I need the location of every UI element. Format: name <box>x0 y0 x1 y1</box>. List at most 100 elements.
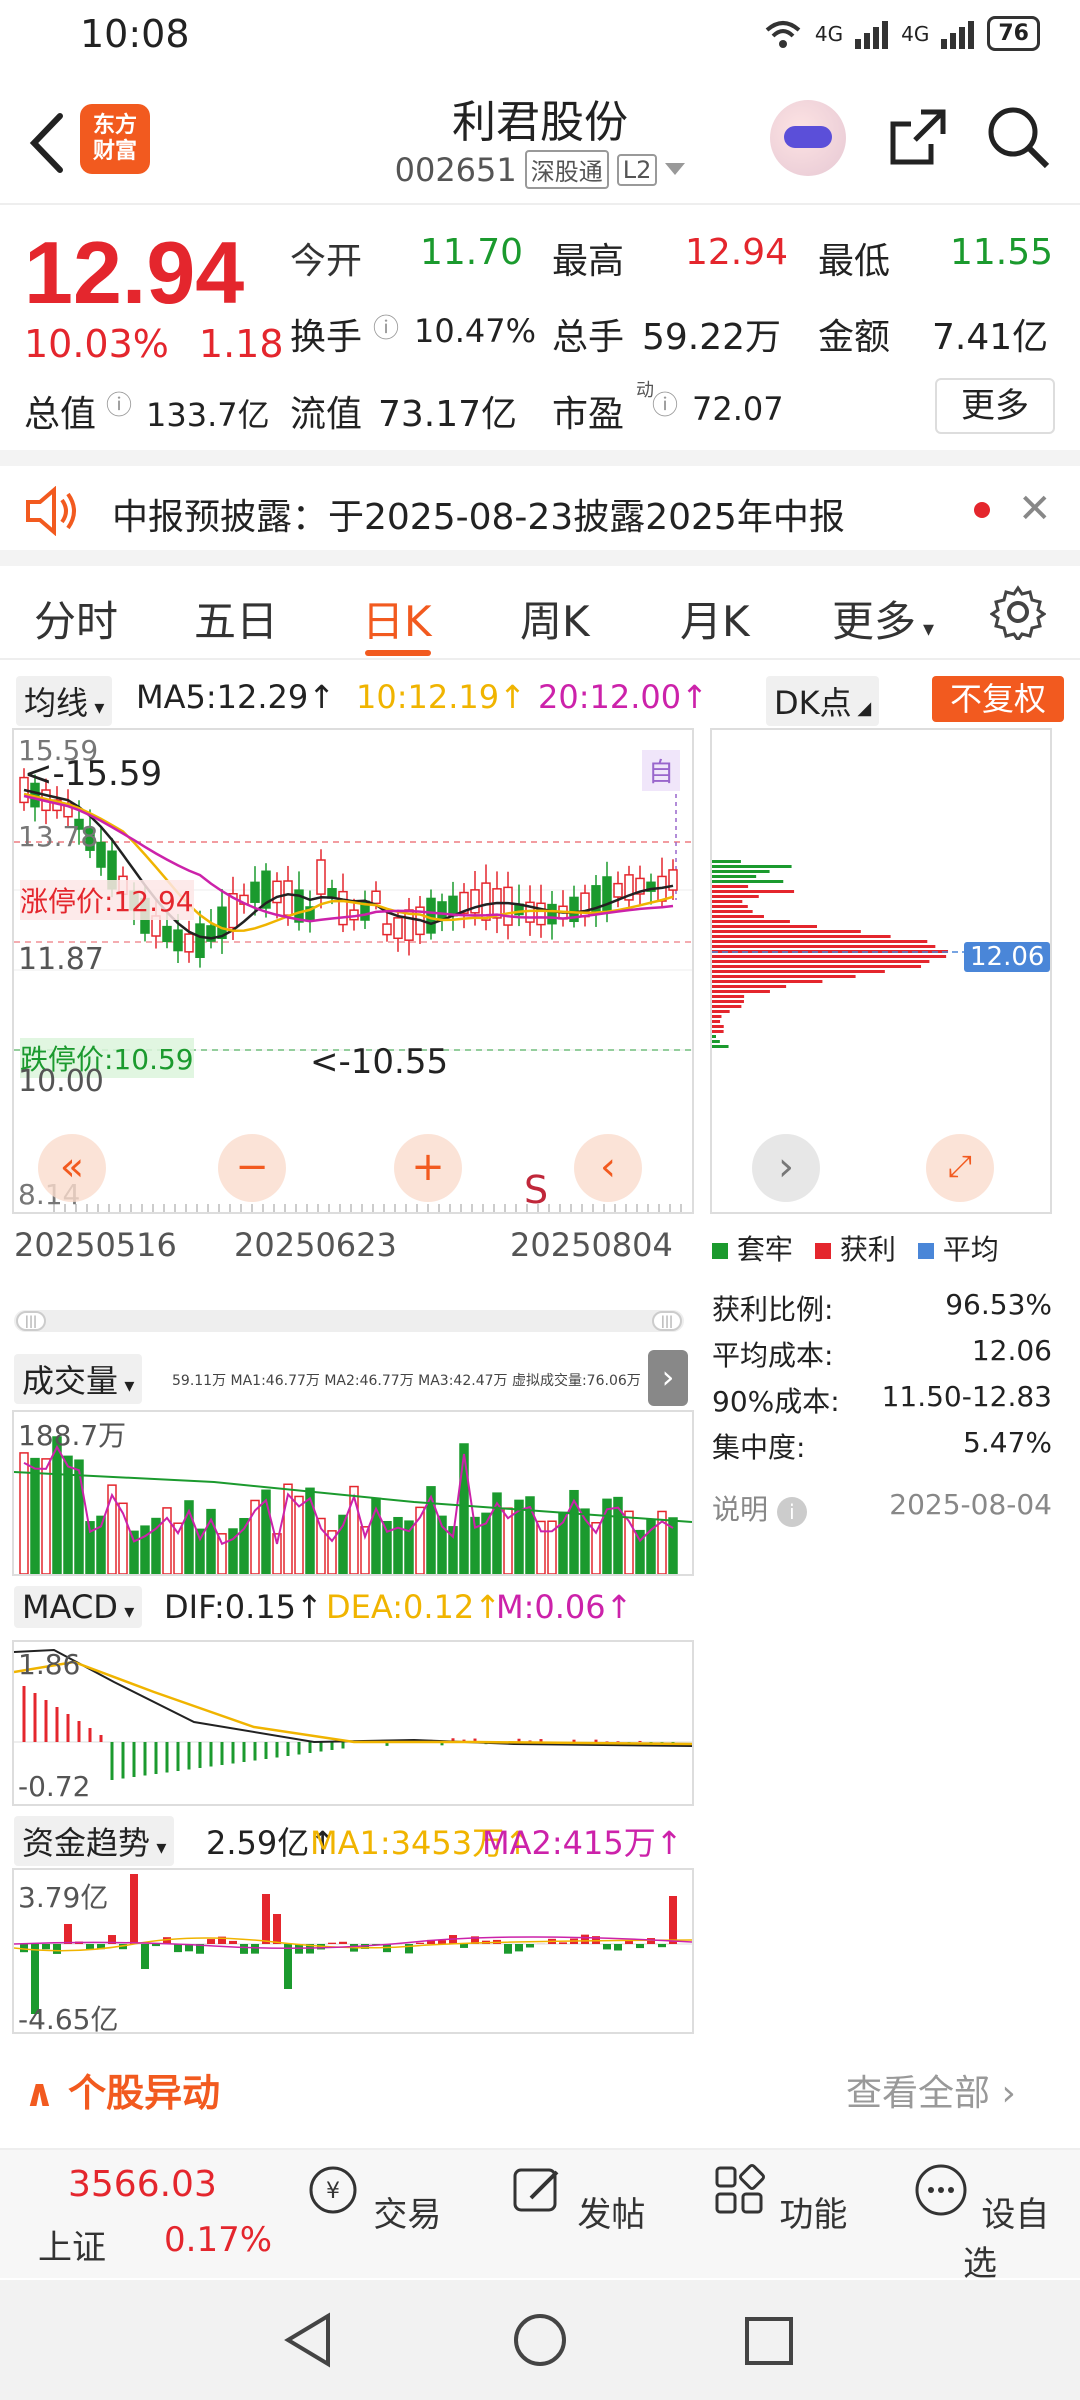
limit-up-label: 涨停价:12.94 <box>20 880 194 920</box>
index-change[interactable]: 0.17% <box>164 2220 272 2260</box>
chip-bar <box>712 915 764 918</box>
stat-label: 集中度: <box>712 1431 806 1464</box>
close-icon[interactable]: ✕ <box>1018 486 1052 532</box>
stock-anomaly-section[interactable]: ∧ 个股异动 查看全部 › <box>0 2040 1080 2130</box>
chip-bar <box>712 890 795 893</box>
system-back-icon[interactable] <box>282 2312 334 2368</box>
fast-back-icon[interactable]: « <box>38 1134 106 1202</box>
step-forward-icon[interactable]: › <box>752 1134 820 1202</box>
chip-bar <box>712 900 743 903</box>
macd-max-label: 1.86 <box>18 1648 81 1681</box>
candle-body <box>536 902 546 926</box>
index-value[interactable]: 3566.03 <box>68 2164 217 2205</box>
nav-functions[interactable]: 功能 <box>708 2160 848 2236</box>
bottom-navigation: 3566.03 上证 0.17% ¥ 交易 发帖 功能 设自选 <box>0 2148 1080 2284</box>
volume-label: 成交量 <box>22 1362 119 1400</box>
high-label: 最高 <box>552 241 625 282</box>
share-icon[interactable] <box>885 104 951 170</box>
chip-bar <box>712 920 790 923</box>
expand-right-icon[interactable]: › <box>648 1350 688 1406</box>
high-marker: <-15.59 <box>24 754 163 794</box>
range-slider[interactable]: ||| ||| <box>14 1310 684 1332</box>
nav-post[interactable]: 发帖 <box>506 2160 646 2236</box>
system-home-icon[interactable] <box>512 2312 568 2368</box>
view-all-link[interactable]: 查看全部 › <box>846 2064 1016 2116</box>
macd-panel[interactable]: 1.86 -0.72 <box>12 1640 694 1806</box>
search-icon[interactable] <box>985 104 1051 170</box>
candle-body <box>426 897 436 934</box>
volume-bar <box>426 1486 436 1575</box>
index-name[interactable]: 上证 <box>38 2220 106 2269</box>
fund-trend-selector[interactable]: 资金趋势 ▾ <box>14 1816 175 1866</box>
fund-label: 资金趋势 <box>22 1824 151 1862</box>
notice-bar[interactable]: 中报预披露：于2025-08-23披露2025年中报 ✕ <box>0 470 1080 550</box>
zoom-in-icon[interactable]: + <box>394 1134 462 1202</box>
macd-selector[interactable]: MACD ▾ <box>14 1586 143 1628</box>
info-icon-1[interactable]: ⓘ <box>373 308 399 345</box>
zoom-out-icon[interactable]: − <box>218 1134 286 1202</box>
dk-point-selector[interactable]: DK点 ◢ <box>766 676 880 726</box>
ma5-label: MA5:12.29↑ <box>136 678 336 716</box>
candle-body <box>283 880 293 916</box>
info-icon: i <box>776 1497 807 1527</box>
chip-bar <box>712 990 770 993</box>
more-button[interactable]: 更多 <box>935 378 1055 434</box>
chip-bar <box>712 970 885 973</box>
stat-concentration: 集中度: 5.47% <box>712 1426 1052 1466</box>
fund-max-label: 3.79亿 <box>18 1881 109 1914</box>
tab-daily-k[interactable]: 日K <box>362 588 432 649</box>
fund-bar <box>152 1944 160 1947</box>
fund-bar <box>130 1874 138 1944</box>
slider-right-handle[interactable]: ||| <box>652 1311 682 1331</box>
chip-bar <box>712 860 741 863</box>
volume-selector[interactable]: 成交量 ▾ <box>14 1354 143 1404</box>
tab-monthly-k[interactable]: 月K <box>680 588 750 649</box>
status-icons: 4G 4G 76 <box>763 16 1040 51</box>
signal-icon <box>855 20 889 49</box>
open-label: 今开 <box>290 241 363 282</box>
slider-left-handle[interactable]: ||| <box>16 1311 46 1331</box>
tab-timeshare[interactable]: 分时 <box>34 588 118 649</box>
volume-bar <box>41 1458 51 1575</box>
candle-body <box>250 881 260 903</box>
settings-gear-icon[interactable] <box>990 584 1046 640</box>
step-back-icon[interactable]: ‹ <box>574 1134 642 1202</box>
fund-panel[interactable]: 3.79亿 -4.65亿 <box>12 1868 694 2036</box>
stat-note[interactable]: 说明 i 2025-08-04 <box>712 1488 1052 1528</box>
candle-body <box>382 923 392 936</box>
ai-assistant-icon[interactable] <box>770 100 846 176</box>
pe-label: 市盈 <box>552 394 625 435</box>
chip-distribution-panel[interactable]: 12.06 › ⤢ <box>710 728 1052 1214</box>
adjust-button[interactable]: 不复权 <box>932 676 1064 722</box>
candle-body <box>316 859 326 895</box>
volume-value: 59.22万 <box>642 317 782 358</box>
open-cell: 今开 <box>290 232 362 284</box>
macd-chart <box>13 1648 693 1780</box>
chip-bar <box>712 1040 720 1043</box>
expand-icon[interactable]: ⤢ <box>926 1134 994 1202</box>
kline-panel[interactable]: 15.59 <-15.59 13.78 涨停价:12.94 11.87 跌停价:… <box>12 728 694 1214</box>
amount-value: 7.41亿 <box>932 317 1049 358</box>
tab-five-day[interactable]: 五日 <box>194 588 278 649</box>
volume-panel[interactable]: 188.7万 <box>12 1410 694 1576</box>
chip-bar <box>712 895 759 898</box>
info-icon-2[interactable]: ⓘ <box>106 385 132 422</box>
fund-bar <box>614 1944 622 1951</box>
nav-trade[interactable]: ¥ 交易 <box>302 2160 442 2236</box>
macd-dif: DIF:0.15↑ <box>164 1588 323 1626</box>
chip-bar <box>712 1005 742 1008</box>
tab-more[interactable]: 更多 ▾ <box>832 588 934 649</box>
info-icon-3[interactable]: ⓘ <box>652 385 678 422</box>
dropdown-triangle-icon[interactable] <box>665 162 686 177</box>
nav-add-watchlist-label: 设自选 <box>963 2195 1050 2284</box>
indicator-selector[interactable]: 均线 ▾ <box>16 676 113 726</box>
tab-weekly-k[interactable]: 周K <box>520 588 590 649</box>
candle-body <box>613 882 623 898</box>
candle-body <box>437 901 447 920</box>
system-recents-icon[interactable] <box>744 2316 794 2366</box>
chip-bar <box>712 945 936 948</box>
dropdown-triangle-icon: ▾ <box>150 1835 167 1859</box>
nav-add-watchlist[interactable]: 设自选 <box>910 2160 1050 2285</box>
candle-body <box>195 923 205 958</box>
candle-body <box>503 886 513 926</box>
